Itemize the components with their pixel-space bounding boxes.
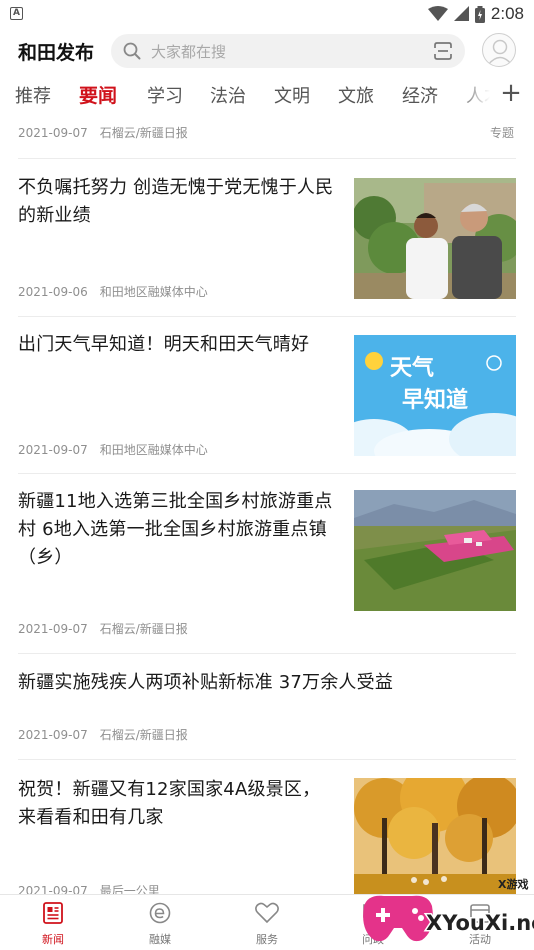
nav-label: 融媒 [149, 933, 171, 946]
item-title: 祝贺！新疆又有12家国家4A级景区，来看看和田有几家 [18, 779, 321, 828]
tab-recommend[interactable]: 推荐 [15, 82, 51, 108]
divider [18, 473, 516, 474]
item-date: 2021-09-06 [18, 285, 88, 299]
heart-icon [255, 902, 279, 924]
nav-label: 服务 [256, 933, 278, 946]
item-thumbnail [354, 490, 516, 611]
news-item[interactable]: 出门天气早知道！明天和田天气晴好 2021-09-07 和田地区融媒体中心 天气 … [18, 331, 516, 473]
search-icon [123, 42, 141, 60]
app-title: 和田发布 [18, 42, 95, 64]
item-meta: 2021-09-07 和田地区融媒体中心 [18, 441, 208, 458]
search-bar[interactable]: 大家都在搜 [111, 34, 465, 68]
site-watermark: X游戏 XYouXi.net [360, 868, 534, 950]
wifi-icon [427, 6, 448, 21]
item-title: 出门天气早知道！明天和田天气晴好 [18, 334, 310, 355]
channel-tabs: 推荐 要闻 学习 法治 文明 文旅 经济 人才 + [0, 74, 534, 116]
item-meta: 2021-09-07 石榴云/新疆日报 [18, 726, 188, 743]
divider [18, 759, 516, 760]
battery-icon [474, 5, 485, 23]
news-item[interactable]: 不负嘱托努力 创造无愧于党无愧于人民的新业绩 2021-09-06 和田地区融媒体… [18, 174, 516, 316]
item-meta: 2021-09-07 石榴云/新疆日报 [18, 620, 188, 637]
newspaper-icon [43, 902, 63, 924]
item-source: 石榴云/新疆日报 [99, 126, 188, 140]
scan-icon[interactable] [433, 42, 453, 60]
add-channel-icon[interactable]: + [496, 78, 526, 108]
item-title: 新疆11地入选第三批全国乡村旅游重点村 6地入选第一批全国乡村旅游重点镇（乡） [18, 491, 333, 568]
weather-text: 天气 [390, 355, 434, 381]
divider [18, 158, 516, 159]
status-bar: A 2:08 [0, 0, 534, 28]
item-source: 和田地区融媒体中心 [99, 285, 208, 299]
search-placeholder: 大家都在搜 [151, 43, 227, 61]
news-item[interactable]: 新疆实施残疾人两项补贴新标准 37万余人受益 2021-09-07 石榴云/新疆日… [18, 669, 516, 759]
item-source: 石榴云/新疆日报 [99, 622, 188, 636]
user-avatar[interactable] [482, 33, 516, 67]
item-date: 2021-09-07 [18, 884, 88, 894]
tab-fade [456, 74, 496, 116]
news-item[interactable]: 2021-09-07 石榴云/新疆日报 专题 [18, 116, 516, 156]
tab-headlines[interactable]: 要闻 [79, 81, 117, 108]
notification-a-icon: A [10, 7, 23, 20]
item-date: 2021-09-07 [18, 622, 88, 636]
divider [18, 316, 516, 317]
item-meta: 2021-09-07 最后一公里 [18, 882, 160, 894]
item-meta: 2021-09-07 石榴云/新疆日报 [18, 124, 188, 141]
item-title: 不负嘱托努力 创造无愧于党无愧于人民的新业绩 [18, 177, 334, 226]
news-feed: 2021-09-07 石榴云/新疆日报 专题 不负嘱托努力 创造无愧于党无愧于人民… [0, 116, 534, 894]
clock: 2:08 [490, 4, 524, 23]
rural-landscape-image [354, 490, 516, 611]
tab-culture-tourism[interactable]: 文旅 [338, 82, 374, 108]
tab-law[interactable]: 法治 [210, 82, 246, 108]
item-date: 2021-09-07 [18, 443, 88, 457]
item-source: 和田地区融媒体中心 [99, 443, 208, 457]
item-meta: 2021-09-06 和田地区融媒体中心 [18, 283, 208, 300]
nav-service[interactable]: 服务 [237, 901, 297, 947]
weather-banner-image: 天气 早知道 [354, 335, 516, 456]
item-title: 新疆实施残疾人两项补贴新标准 37万余人受益 [18, 672, 394, 693]
watermark-top-text: X游戏 [498, 877, 528, 891]
user-icon [487, 39, 513, 66]
forecast-text: 早知道 [402, 387, 468, 413]
news-item[interactable]: 新疆11地入选第三批全国乡村旅游重点村 6地入选第一批全国乡村旅游重点镇（乡） … [18, 488, 516, 658]
app-header: 和田发布 大家都在搜 [0, 28, 534, 74]
watermark-logo: X游戏 XYouXi.net [363, 877, 534, 942]
item-date: 2021-09-07 [18, 126, 88, 140]
item-thumbnail [354, 178, 516, 299]
nav-media[interactable]: 融媒 [130, 901, 190, 947]
tab-study[interactable]: 学习 [147, 82, 183, 108]
nav-news[interactable]: 新闻 [23, 901, 83, 947]
item-thumbnail: 天气 早知道 [354, 335, 516, 456]
nav-label: 新闻 [42, 933, 64, 946]
watermark-text: XYouXi.net [426, 911, 534, 935]
status-indicators: 2:08 [427, 3, 524, 25]
item-date: 2021-09-07 [18, 728, 88, 742]
signal-icon [453, 6, 469, 21]
item-tag: 专题 [489, 126, 514, 140]
item-source: 石榴云/新疆日报 [99, 728, 188, 742]
media-icon [149, 902, 171, 924]
item-source: 最后一公里 [99, 884, 160, 894]
photo-two-men-image [354, 178, 516, 299]
divider [18, 653, 516, 654]
tab-economy[interactable]: 经济 [402, 82, 438, 108]
tab-civilization[interactable]: 文明 [274, 82, 310, 108]
